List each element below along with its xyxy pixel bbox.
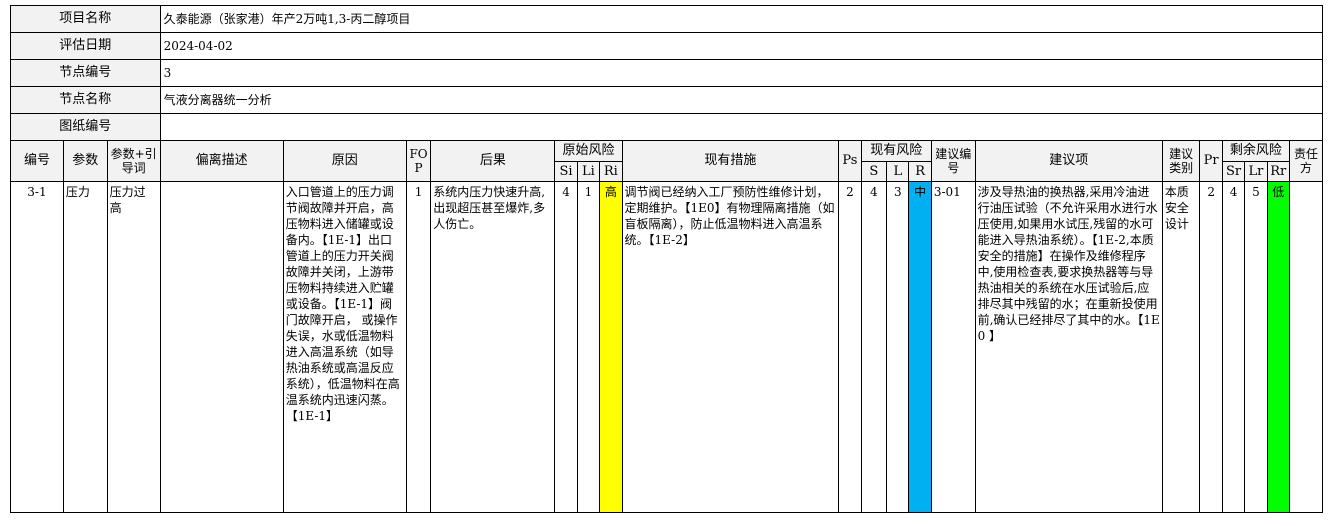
node-name-row: 节点名称 气液分离器统一分析	[10, 86, 1324, 114]
table-row: 3-1 压力 压力过高 入口管道上的压力调节阀故障并开启，高压物料进入储罐或设备…	[10, 181, 1324, 513]
cell-sr[interactable]: 4	[1221, 181, 1246, 513]
drawing-no-row: 图纸编号	[10, 113, 1324, 141]
header-r: R	[908, 161, 932, 182]
project-name-row: 项目名称 久泰能源（张家港）年产2万吨1,3-丙二醇项目	[10, 5, 1324, 33]
cell-li[interactable]: 1	[576, 181, 601, 513]
header-row-1: 编号 参数 参数+引导词 偏离描述 原因 FOP 后果 原始风险 现有措施 Ps…	[10, 140, 1324, 182]
header-li: Li	[576, 161, 601, 182]
hazop-table: 项目名称 久泰能源（张家港）年产2万吨1,3-丙二醇项目 评估日期 2024-0…	[10, 5, 1324, 513]
header-rr: Rr	[1266, 161, 1290, 182]
cell-sugg[interactable]: 涉及导热油的换热器,采用冷油进行油压试验（不允许采用水进行水压使用,如果用水试压…	[974, 181, 1163, 513]
eval-date-row: 评估日期 2024-04-02	[10, 32, 1324, 60]
header-param: 参数	[62, 140, 108, 182]
header-fop: FOP	[405, 140, 432, 182]
header-ri: Ri	[599, 161, 623, 182]
header-s: S	[860, 161, 888, 182]
header-cause: 原因	[282, 140, 407, 182]
cell-sugg-type[interactable]: 本质安全设计	[1161, 181, 1201, 513]
header-param-guide: 参数+引导词	[106, 140, 161, 182]
header-ps: Ps	[838, 140, 862, 182]
drawing-no-value[interactable]	[159, 113, 1324, 141]
header-owner: 责任方	[1288, 140, 1324, 182]
cell-lr[interactable]: 5	[1244, 181, 1268, 513]
cell-r[interactable]: 中	[908, 181, 932, 513]
header-pr: Pr	[1199, 140, 1223, 182]
cell-pr[interactable]: 2	[1199, 181, 1223, 513]
header-sr: Sr	[1221, 161, 1246, 182]
node-no-value[interactable]: 3	[159, 59, 1324, 87]
header-l: L	[886, 161, 910, 182]
header-lr: Lr	[1244, 161, 1268, 182]
project-name-value[interactable]: 久泰能源（张家港）年产2万吨1,3-丙二醇项目	[159, 5, 1324, 33]
hazop-sheet: 项目名称 久泰能源（张家港）年产2万吨1,3-丙二醇项目 评估日期 2024-0…	[10, 5, 1324, 513]
eval-date-label: 评估日期	[10, 32, 161, 60]
header-sugg-no: 建议编号	[930, 140, 976, 182]
header-si: Si	[554, 161, 578, 182]
cell-ps[interactable]: 2	[838, 181, 862, 513]
header-measures: 现有措施	[621, 140, 840, 182]
cell-ri[interactable]: 高	[599, 181, 623, 513]
cell-l[interactable]: 3	[886, 181, 910, 513]
header-sugg: 建议项	[974, 140, 1163, 182]
header-no: 编号	[10, 140, 64, 182]
cell-param[interactable]: 压力	[62, 181, 108, 513]
cell-si[interactable]: 4	[554, 181, 578, 513]
project-name-label: 项目名称	[10, 5, 161, 33]
eval-date-value[interactable]: 2024-04-02	[159, 32, 1324, 60]
header-consequence: 后果	[430, 140, 556, 182]
header-orig-risk: 原始风险	[554, 140, 623, 162]
cell-no[interactable]: 3-1	[10, 181, 64, 513]
cell-fop[interactable]: 1	[405, 181, 432, 513]
drawing-no-label: 图纸编号	[10, 113, 161, 141]
node-no-row: 节点编号 3	[10, 59, 1324, 87]
header-cur-risk: 现有风险	[860, 140, 932, 162]
cell-s[interactable]: 4	[860, 181, 888, 513]
header-deviation: 偏离描述	[159, 140, 284, 182]
cell-measures[interactable]: 调节阀已经纳入工厂预防性维修计划，定期维护。【1E0】有物理隔离措施（如盲板隔离…	[621, 181, 840, 513]
cell-deviation[interactable]	[159, 181, 284, 513]
node-name-label: 节点名称	[10, 86, 161, 114]
cell-param-guide[interactable]: 压力过高	[106, 181, 161, 513]
header-sugg-type: 建议类别	[1161, 140, 1201, 182]
cell-sugg-no[interactable]: 3-01	[930, 181, 976, 513]
cell-rr[interactable]: 低	[1266, 181, 1290, 513]
cell-owner[interactable]	[1288, 181, 1324, 513]
header-residual-risk: 剩余风险	[1221, 140, 1290, 162]
node-name-value[interactable]: 气液分离器统一分析	[159, 86, 1324, 114]
cell-consequence[interactable]: 系统内压力快速升高,出现超压甚至爆炸,多人伤亡。	[430, 181, 556, 513]
node-no-label: 节点编号	[10, 59, 161, 87]
cell-cause[interactable]: 入口管道上的压力调节阀故障并开启，高压物料进入储罐或设备内。【1E-1】出口管道…	[282, 181, 407, 513]
